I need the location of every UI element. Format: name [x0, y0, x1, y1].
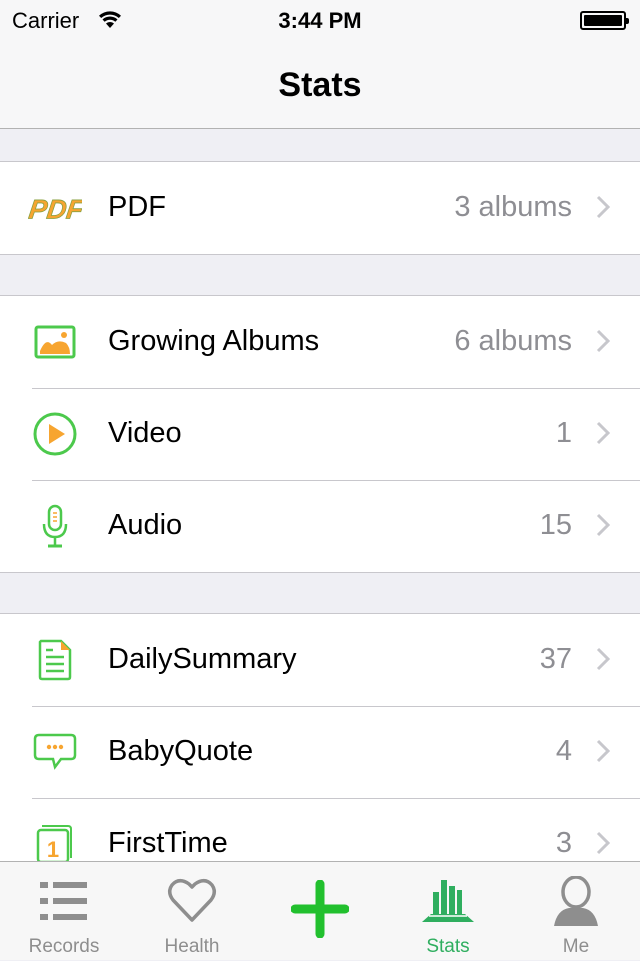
list-item-baby-quote[interactable]: BabyQuote 4	[0, 706, 640, 798]
calendar-first-icon: 1	[28, 822, 82, 866]
clock: 3:44 PM	[278, 8, 362, 33]
tab-stats[interactable]: Stats	[384, 862, 512, 961]
row-value: 4	[555, 735, 572, 767]
plus-icon	[290, 880, 350, 938]
row-label: BabyQuote	[108, 735, 254, 767]
tab-me[interactable]: Me	[512, 862, 640, 961]
microphone-icon	[28, 504, 82, 548]
document-icon	[28, 638, 82, 682]
video-play-icon	[28, 412, 82, 456]
section-spacer	[0, 573, 640, 614]
tab-label: Health	[164, 936, 220, 957]
heart-icon	[162, 874, 222, 928]
section-spacer	[0, 129, 640, 162]
list-item-growing-albums[interactable]: Growing Albums 6 albums	[0, 296, 640, 388]
list-item-video[interactable]: Video 1	[0, 388, 640, 480]
chevron-right-icon	[596, 329, 611, 358]
tab-health[interactable]: Health	[128, 862, 256, 961]
section-media: Growing Albums 6 albums Video 1 Audio 15	[0, 296, 640, 573]
tab-label: Records	[28, 936, 100, 957]
row-value: 15	[539, 509, 572, 541]
row-value: 6 albums	[454, 325, 572, 357]
speech-bubble-icon	[28, 730, 82, 774]
person-icon	[546, 874, 606, 928]
row-label: Audio	[108, 509, 183, 541]
navigation-bar: Stats	[0, 40, 640, 129]
pdf-icon-text: PDF	[28, 194, 82, 225]
chevron-right-icon	[596, 831, 611, 860]
svg-text:1: 1	[47, 837, 59, 862]
tab-records[interactable]: Records	[0, 862, 128, 961]
tab-add[interactable]	[256, 862, 384, 961]
bar-chart-icon	[418, 874, 478, 928]
tab-label: Me	[562, 936, 590, 957]
tab-bar: Records Health Stats Me	[0, 861, 640, 960]
section-pdf: PDF PDF 3 albums	[0, 162, 640, 255]
row-value: 1	[555, 417, 572, 449]
page-title: Stats	[278, 66, 362, 104]
row-label: Growing Albums	[108, 325, 320, 357]
chevron-right-icon	[596, 739, 611, 768]
stats-list: PDF PDF 3 albums Growing Albums 6 albums…	[0, 129, 640, 891]
chevron-right-icon	[596, 647, 611, 676]
list-item-audio[interactable]: Audio 15	[0, 480, 640, 572]
tab-label: Stats	[426, 936, 470, 957]
status-bar: Carrier 3:44 PM	[0, 0, 640, 40]
row-label: FirstTime	[108, 827, 228, 859]
photo-album-icon	[28, 320, 82, 364]
chevron-right-icon	[596, 421, 611, 450]
section-spacer	[0, 255, 640, 296]
row-label: Video	[108, 417, 182, 449]
list-item-daily-summary[interactable]: DailySummary 37	[0, 614, 640, 706]
row-value: 3	[555, 827, 572, 859]
battery-icon	[580, 11, 629, 30]
row-value: 3 albums	[454, 191, 572, 223]
chevron-right-icon	[596, 513, 611, 542]
list-icon	[34, 874, 94, 928]
section-records: DailySummary 37 BabyQuote 4 1 FirstTime …	[0, 614, 640, 891]
list-item-pdf[interactable]: PDF PDF 3 albums	[0, 162, 640, 254]
chevron-right-icon	[596, 195, 611, 224]
row-value: 37	[539, 643, 572, 675]
row-label: PDF	[108, 191, 166, 223]
row-label: DailySummary	[108, 643, 297, 675]
pdf-icon: PDF	[28, 186, 82, 230]
